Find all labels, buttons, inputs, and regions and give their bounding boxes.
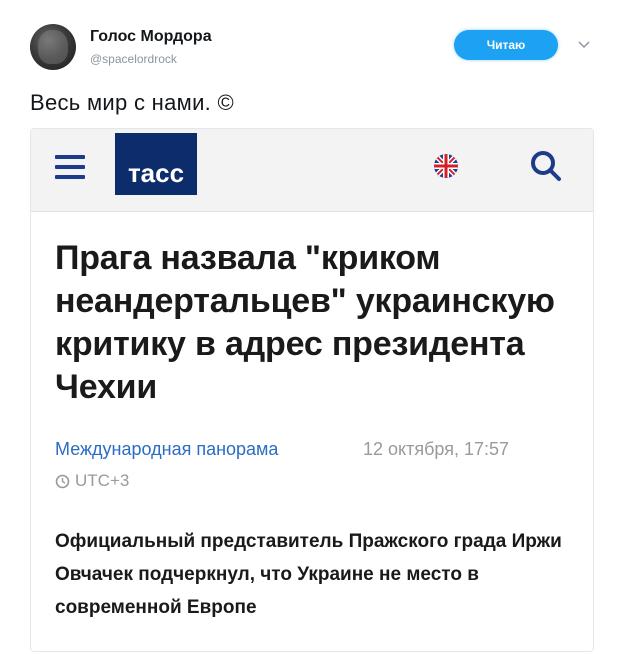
uk-flag-icon[interactable]	[433, 153, 459, 179]
tass-navbar: тасс	[31, 129, 593, 212]
search-icon[interactable]	[529, 149, 563, 183]
author-name[interactable]: Голос Мордора	[90, 28, 212, 46]
link-card[interactable]: тасс Прага назвала "криком неандертальце…	[30, 128, 594, 652]
article-headline[interactable]: Прага назвала "криком неандертальцев" ук…	[55, 237, 575, 409]
category-link[interactable]: Международная панорама	[55, 439, 278, 460]
follow-button[interactable]: Читаю	[454, 30, 558, 60]
article-meta: Международная панорама 12 октября, 17:57	[55, 439, 575, 463]
tass-logo[interactable]: тасс	[115, 133, 197, 195]
menu-icon[interactable]	[55, 153, 85, 181]
clock-icon	[55, 474, 70, 489]
timezone-label: UTC+3	[75, 471, 130, 490]
author-handle[interactable]: @spacelordrock	[90, 52, 177, 66]
chevron-down-icon[interactable]	[576, 36, 592, 52]
avatar[interactable]	[30, 24, 76, 70]
article-lead: Официальный представитель Пражского град…	[55, 531, 562, 618]
tweet-header: Голос Мордора @spacelordrock Читаю	[30, 24, 600, 74]
tweet-text: Весь мир с нами. ©	[30, 90, 234, 115]
publish-date: 12 октября, 17:57	[363, 439, 510, 459]
